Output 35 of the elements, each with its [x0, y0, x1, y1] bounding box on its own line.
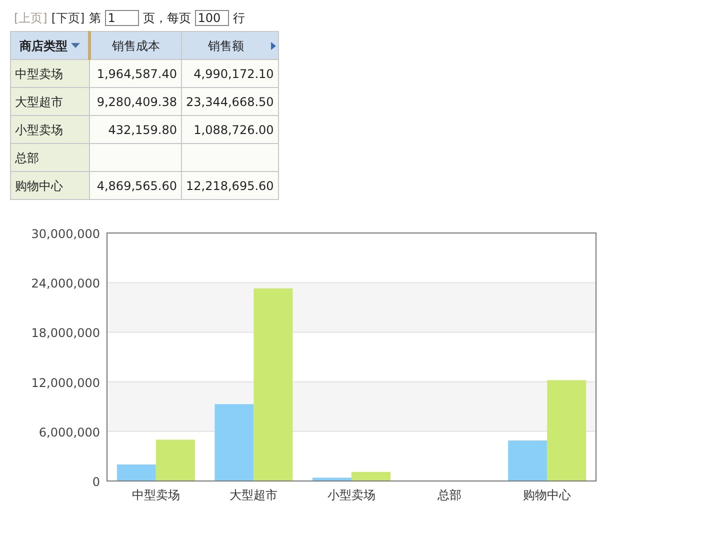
- column-header[interactable]: 商店类型: [10, 32, 90, 60]
- rows-per-page-label: 页，每页: [142, 10, 191, 27]
- table-cell: 1,088,726.00: [182, 116, 278, 144]
- expand-right-icon: [270, 42, 276, 50]
- y-tick-label: 30,000,000: [31, 227, 100, 241]
- column-header[interactable]: 销售成本: [90, 32, 182, 60]
- x-category-label: 小型卖场: [328, 488, 376, 502]
- y-tick-label: 6,000,000: [38, 425, 100, 440]
- column-header[interactable]: 销售额: [182, 32, 278, 60]
- row-header-cell: 小型卖场: [10, 116, 90, 144]
- page-label: 第: [88, 10, 101, 27]
- sort-down-icon: [70, 43, 80, 48]
- rows-label: 行: [232, 10, 245, 27]
- y-tick-label: 0: [92, 475, 100, 489]
- x-category-label: 总部: [437, 488, 462, 502]
- y-tick-label: 12,000,000: [31, 376, 100, 390]
- x-category-label: 购物中心: [523, 488, 572, 502]
- x-category-label: 中型卖场: [132, 488, 180, 502]
- table-cell: 1,964,587.40: [90, 60, 182, 88]
- y-tick-label: 18,000,000: [31, 326, 100, 340]
- table-cell: 9,280,409.38: [90, 88, 182, 116]
- pager-link[interactable]: [下页]: [51, 9, 85, 27]
- page-field[interactable]: 1: [104, 10, 139, 26]
- table-cell: 432,159.80: [90, 116, 182, 144]
- x-category-label: 大型超市: [230, 488, 278, 502]
- table-cell: 4,990,172.10: [182, 60, 278, 88]
- rows-per-page-field[interactable]: 100: [194, 10, 229, 26]
- table-cell: 23,344,668.50: [182, 88, 278, 116]
- table-cell: 4,869,565.60: [90, 172, 182, 200]
- row-header-cell: 大型超市: [10, 88, 90, 116]
- row-header-cell: 中型卖场: [10, 60, 90, 88]
- row-header-cell: 总部: [10, 144, 90, 172]
- table-cell: 12,218,695.60: [182, 172, 278, 200]
- row-header-cell: 购物中心: [10, 172, 90, 200]
- y-tick-label: 24,000,000: [31, 276, 100, 291]
